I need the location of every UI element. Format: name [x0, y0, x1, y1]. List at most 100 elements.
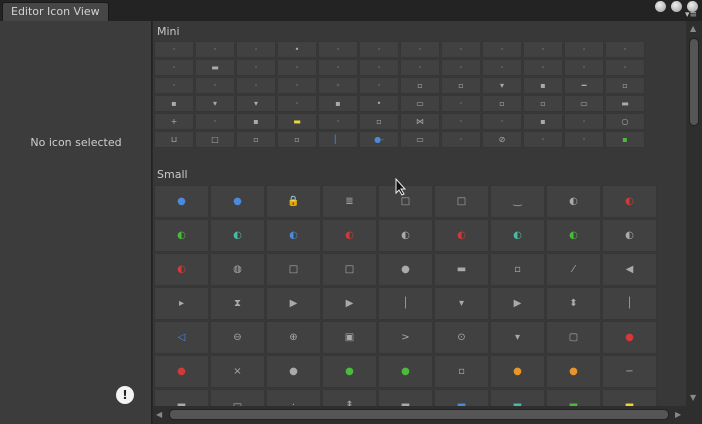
icon-cell[interactable]: ▣: [322, 321, 377, 354]
icon-cell[interactable]: ▫: [490, 253, 545, 286]
icon-cell[interactable]: ·: [277, 77, 317, 94]
icon-cell[interactable]: ·: [441, 131, 481, 148]
icon-cell[interactable]: ▫: [434, 355, 489, 388]
icon-cell[interactable]: ▾: [434, 287, 489, 320]
icon-cell[interactable]: ●: [602, 321, 657, 354]
icon-cell[interactable]: ▾: [482, 77, 522, 94]
icon-cell[interactable]: ·: [564, 131, 604, 148]
icon-cell[interactable]: ▫: [605, 77, 645, 94]
icon-cell[interactable]: ·: [277, 59, 317, 76]
icon-cell[interactable]: ·: [236, 59, 276, 76]
icon-cell[interactable]: ◐: [490, 219, 545, 252]
horizontal-scroll-thumb[interactable]: [169, 409, 669, 420]
icon-cell[interactable]: ◐: [602, 219, 657, 252]
icon-cell[interactable]: ·: [441, 113, 481, 130]
icon-cell[interactable]: ▪: [318, 95, 358, 112]
icon-cell[interactable]: ◐: [378, 219, 433, 252]
icon-cell[interactable]: ⊘: [482, 131, 522, 148]
icon-cell[interactable]: ·: [236, 41, 276, 58]
tab-editor-icon-view[interactable]: Editor Icon View: [2, 2, 109, 21]
icon-cell[interactable]: ·: [605, 59, 645, 76]
icon-cell[interactable]: ◍: [210, 253, 265, 286]
close-button[interactable]: [655, 1, 666, 12]
icon-cell[interactable]: ·: [318, 41, 358, 58]
icon-cell[interactable]: ·: [154, 77, 194, 94]
icon-cell[interactable]: ·: [523, 41, 563, 58]
icon-cell[interactable]: ▸: [154, 287, 209, 320]
icon-cell[interactable]: ▾: [490, 321, 545, 354]
icon-cell[interactable]: ·: [318, 59, 358, 76]
icon-cell[interactable]: ▫: [400, 77, 440, 94]
icon-cell[interactable]: ◁: [154, 321, 209, 354]
icon-cell[interactable]: ◐: [602, 185, 657, 218]
icon-cell[interactable]: ⬍: [546, 287, 601, 320]
icon-cell[interactable]: ◐: [546, 185, 601, 218]
icon-cell[interactable]: ⊕: [266, 321, 321, 354]
icon-cell[interactable]: ▢: [546, 321, 601, 354]
icon-cell[interactable]: ·: [564, 41, 604, 58]
icon-cell[interactable]: ·: [195, 41, 235, 58]
icon-cell[interactable]: ●: [154, 185, 209, 218]
icon-cell[interactable]: ●: [154, 355, 209, 388]
icon-cell[interactable]: ▫: [441, 77, 481, 94]
icon-cell[interactable]: −: [602, 355, 657, 388]
icon-cell[interactable]: ▪: [154, 95, 194, 112]
icon-cell[interactable]: ▬: [154, 389, 209, 406]
icon-cell[interactable]: ▬: [602, 389, 657, 406]
icon-cell[interactable]: ⇞: [322, 389, 377, 406]
icon-cell[interactable]: ●-: [359, 131, 399, 148]
icon-cell[interactable]: ▪: [236, 113, 276, 130]
icon-cell[interactable]: •: [277, 41, 317, 58]
icon-cell[interactable]: ·: [400, 41, 440, 58]
icon-cell[interactable]: ⁄: [546, 253, 601, 286]
scroll-right-icon[interactable]: ▶: [675, 410, 681, 419]
icon-cell[interactable]: ⊔: [154, 131, 194, 148]
icon-cell[interactable]: ×: [210, 355, 265, 388]
icon-cell[interactable]: ·: [277, 95, 317, 112]
icon-cell[interactable]: ▬: [605, 95, 645, 112]
icon-cell[interactable]: ·: [441, 95, 481, 112]
icon-cell[interactable]: ━: [564, 77, 604, 94]
icon-cell[interactable]: ▬: [434, 253, 489, 286]
icon-cell[interactable]: ·: [482, 41, 522, 58]
icon-cell[interactable]: ●: [378, 253, 433, 286]
icon-cell[interactable]: ▫: [523, 95, 563, 112]
icon-cell[interactable]: ▶: [322, 287, 377, 320]
icon-cell[interactable]: ·: [400, 59, 440, 76]
icon-cell[interactable]: ·: [564, 113, 604, 130]
icon-cell[interactable]: ▪: [523, 113, 563, 130]
icon-cell[interactable]: ▭: [400, 131, 440, 148]
scroll-up-icon[interactable]: ▲: [690, 24, 696, 33]
icon-cell[interactable]: ⋈: [400, 113, 440, 130]
vertical-scrollbar[interactable]: ▲ ▼: [686, 21, 702, 406]
icon-cell[interactable]: ▭: [210, 389, 265, 406]
icon-cell[interactable]: □: [322, 253, 377, 286]
icon-cell[interactable]: ·: [359, 59, 399, 76]
icon-cell[interactable]: ·: [441, 59, 481, 76]
icon-cell[interactable]: ·: [564, 59, 604, 76]
info-icon[interactable]: !: [116, 386, 134, 404]
icon-cell[interactable]: ◐: [154, 253, 209, 286]
icon-cell[interactable]: ●: [378, 355, 433, 388]
icon-cell[interactable]: ●: [210, 185, 265, 218]
icon-cell[interactable]: ▶: [490, 287, 545, 320]
icon-cell[interactable]: ◀: [602, 253, 657, 286]
icon-cell[interactable]: ·: [359, 41, 399, 58]
icon-cell[interactable]: ●: [266, 355, 321, 388]
icon-cell[interactable]: ⊖: [210, 321, 265, 354]
icon-cell[interactable]: ·: [195, 77, 235, 94]
icon-cell[interactable]: ·: [266, 389, 321, 406]
icon-cell[interactable]: ▬: [546, 389, 601, 406]
icon-cell[interactable]: │: [378, 287, 433, 320]
icon-cell[interactable]: 🔒: [266, 185, 321, 218]
icon-cell[interactable]: ◐: [434, 219, 489, 252]
icon-cell[interactable]: □: [266, 253, 321, 286]
scroll-down-icon[interactable]: ▼: [690, 393, 696, 402]
icon-cell[interactable]: ▭: [564, 95, 604, 112]
vertical-scroll-thumb[interactable]: [689, 38, 699, 126]
icon-cell[interactable]: >: [378, 321, 433, 354]
icon-cell[interactable]: ▏: [318, 131, 358, 148]
icon-cell[interactable]: ◐: [266, 219, 321, 252]
menu-icon[interactable]: ▾≡: [685, 11, 697, 20]
icon-cell[interactable]: ▬: [378, 389, 433, 406]
